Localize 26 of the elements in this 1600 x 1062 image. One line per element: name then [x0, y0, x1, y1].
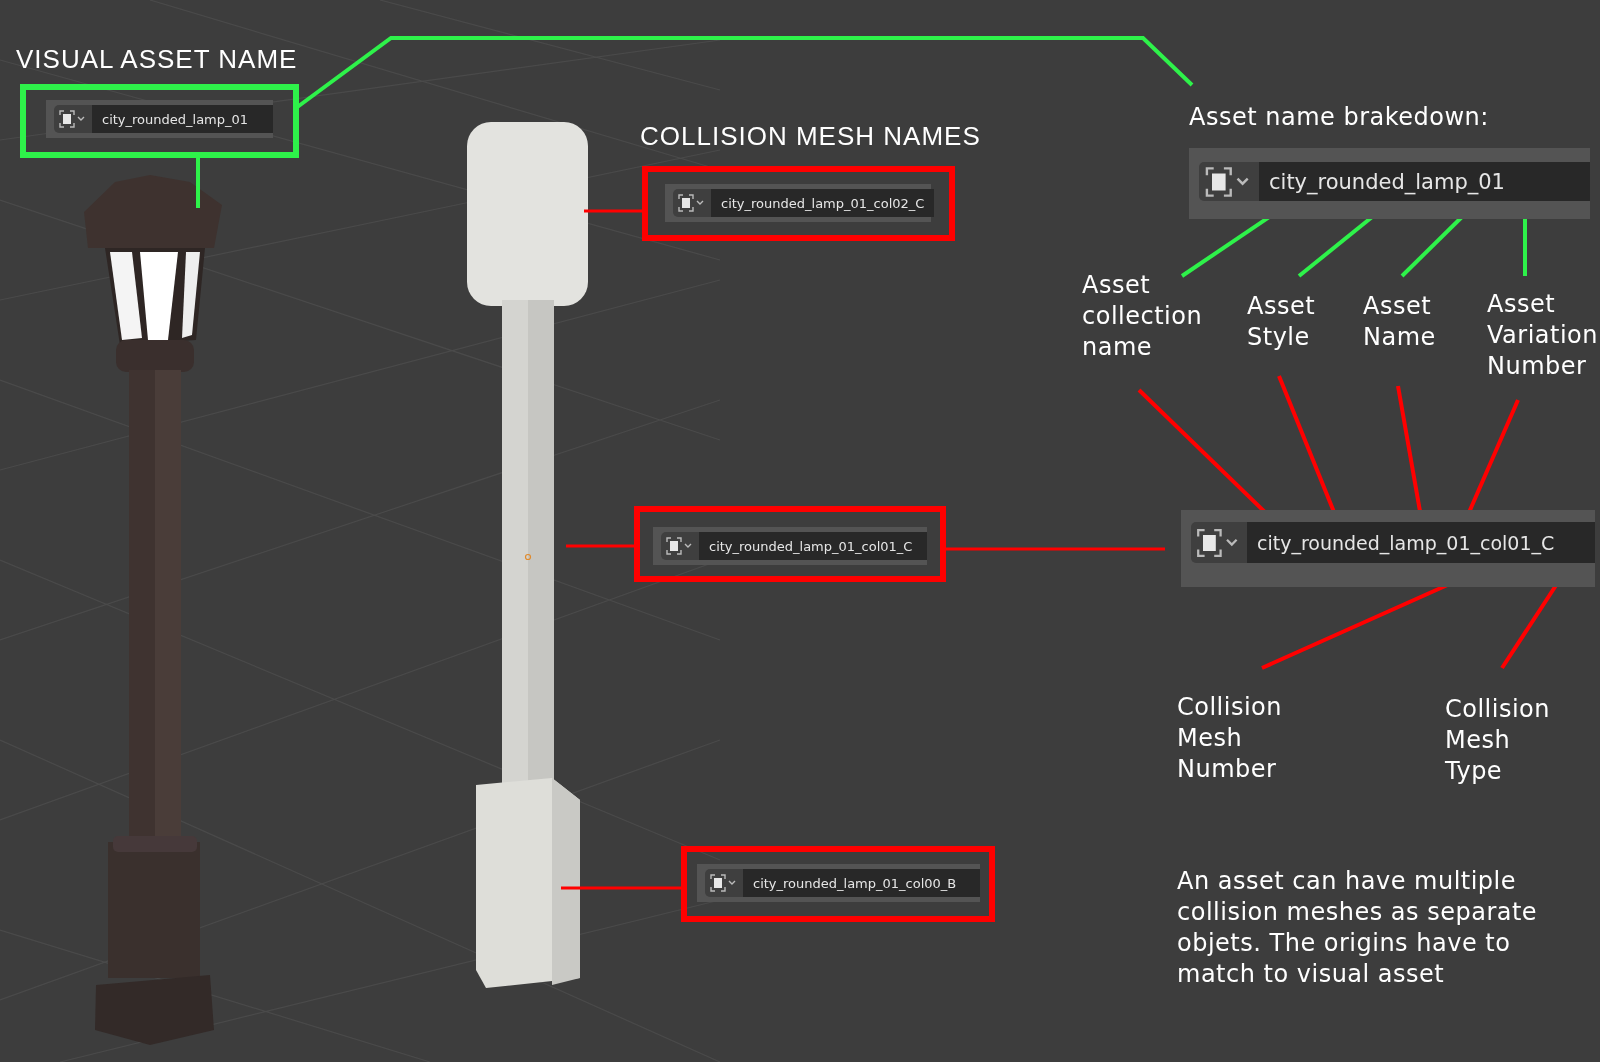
origin-marker: [524, 553, 532, 561]
part-label: Collision Mesh Number: [1177, 692, 1282, 785]
name-field[interactable]: city_rounded_lamp_01: [1259, 162, 1590, 201]
object-type-dropdown[interactable]: [661, 532, 699, 560]
part-label: Asset Style: [1247, 291, 1316, 353]
leader-line: [566, 544, 634, 548]
name-field[interactable]: city_rounded_lamp_01_col00_B: [743, 869, 980, 897]
part-label: Collision Mesh Type: [1445, 694, 1550, 787]
section-heading: COLLISION MESH NAMES: [640, 121, 981, 152]
name-field[interactable]: city_rounded_lamp_01: [92, 105, 273, 133]
note-text: An asset can have multiple collision meshes as separate objets. The origins have to match to visual asset: [1177, 866, 1539, 990]
object-type-dropdown[interactable]: [1199, 162, 1259, 201]
leader-line: [196, 158, 200, 208]
part-label: Asset Variation Number: [1487, 289, 1598, 382]
leader-line: [584, 209, 642, 213]
part-label: Asset Name: [1363, 291, 1436, 353]
object-type-dropdown[interactable]: [1191, 522, 1247, 563]
name-field[interactable]: city_rounded_lamp_01_col02_C: [711, 189, 935, 217]
name-field[interactable]: city_rounded_lamp_01_col01_C: [699, 532, 927, 560]
name-field[interactable]: city_rounded_lamp_01_col01_C: [1247, 522, 1595, 563]
object-type-dropdown[interactable]: [54, 105, 92, 133]
section-heading: VISUAL ASSET NAME: [16, 44, 298, 75]
object-type-dropdown[interactable]: [673, 189, 711, 217]
section-heading: Asset name brakedown:: [1189, 102, 1489, 133]
part-label: Asset collection name: [1082, 270, 1203, 363]
object-type-dropdown[interactable]: [705, 869, 743, 897]
